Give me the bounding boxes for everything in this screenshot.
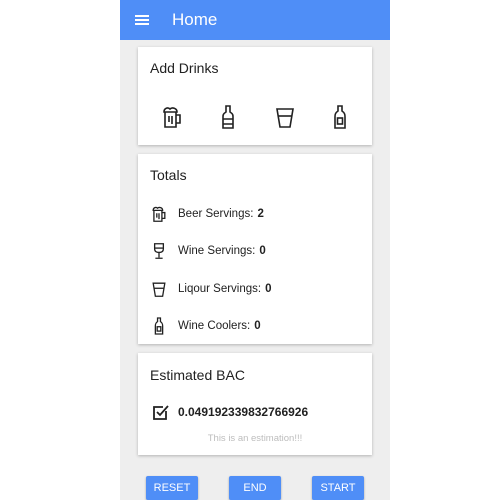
beer-mug-icon [163, 107, 181, 128]
total-value: 2 [257, 208, 264, 220]
beer-mug-icon [152, 206, 166, 222]
total-row-wine: Wine Servings: 0 [150, 240, 266, 262]
end-button[interactable]: END [229, 476, 281, 500]
total-value: 0 [265, 283, 272, 295]
total-row-beer: Beer Servings: 2 [150, 203, 264, 225]
liquor-glass-icon [276, 108, 294, 128]
add-drinks-card: Add Drinks [138, 47, 372, 145]
add-liquor-button[interactable] [273, 103, 297, 131]
total-label: Wine Coolers: [178, 320, 251, 332]
totals-card: Totals Beer Servings: 2 Wine Servings: 0… [138, 154, 372, 344]
app-screen: Home Add Drinks Totals Beer Servings: 2 … [120, 0, 390, 500]
wine-glass-icon [153, 243, 165, 259]
estimated-bac-card: Estimated BAC 0.049192339832766926 This … [138, 353, 372, 455]
checkbox-checked-icon [153, 405, 169, 420]
total-label: Beer Servings: [178, 208, 254, 220]
add-drinks-title: Add Drinks [150, 60, 219, 76]
liquor-glass-icon [152, 282, 166, 297]
app-bar: Home [120, 0, 390, 40]
start-button[interactable]: START [312, 476, 364, 500]
total-label: Liqour Servings: [178, 283, 262, 295]
add-wine-button[interactable] [216, 103, 240, 131]
total-value: 0 [259, 245, 266, 257]
bac-title: Estimated BAC [150, 367, 245, 383]
reset-button[interactable]: RESET [146, 476, 198, 500]
hamburger-menu-icon[interactable] [124, 0, 160, 40]
total-value: 0 [254, 320, 261, 332]
wine-cooler-bottle-icon [154, 317, 164, 335]
bac-value: 0.049192339832766926 [178, 405, 309, 419]
total-row-liquor: Liqour Servings: 0 [150, 278, 272, 300]
add-beer-button[interactable] [160, 103, 184, 131]
page-title: Home [172, 10, 218, 29]
total-label: Wine Servings: [178, 245, 256, 257]
bac-note: This is an estimation!!! [207, 433, 303, 444]
wine-bottle-icon [222, 105, 234, 129]
total-row-wine-cooler: Wine Coolers: 0 [150, 315, 261, 337]
bac-value-row: 0.049192339832766926 [152, 403, 308, 421]
wine-cooler-bottle-icon [334, 105, 346, 129]
add-wine-cooler-button[interactable] [328, 103, 352, 131]
totals-title: Totals [150, 167, 187, 183]
